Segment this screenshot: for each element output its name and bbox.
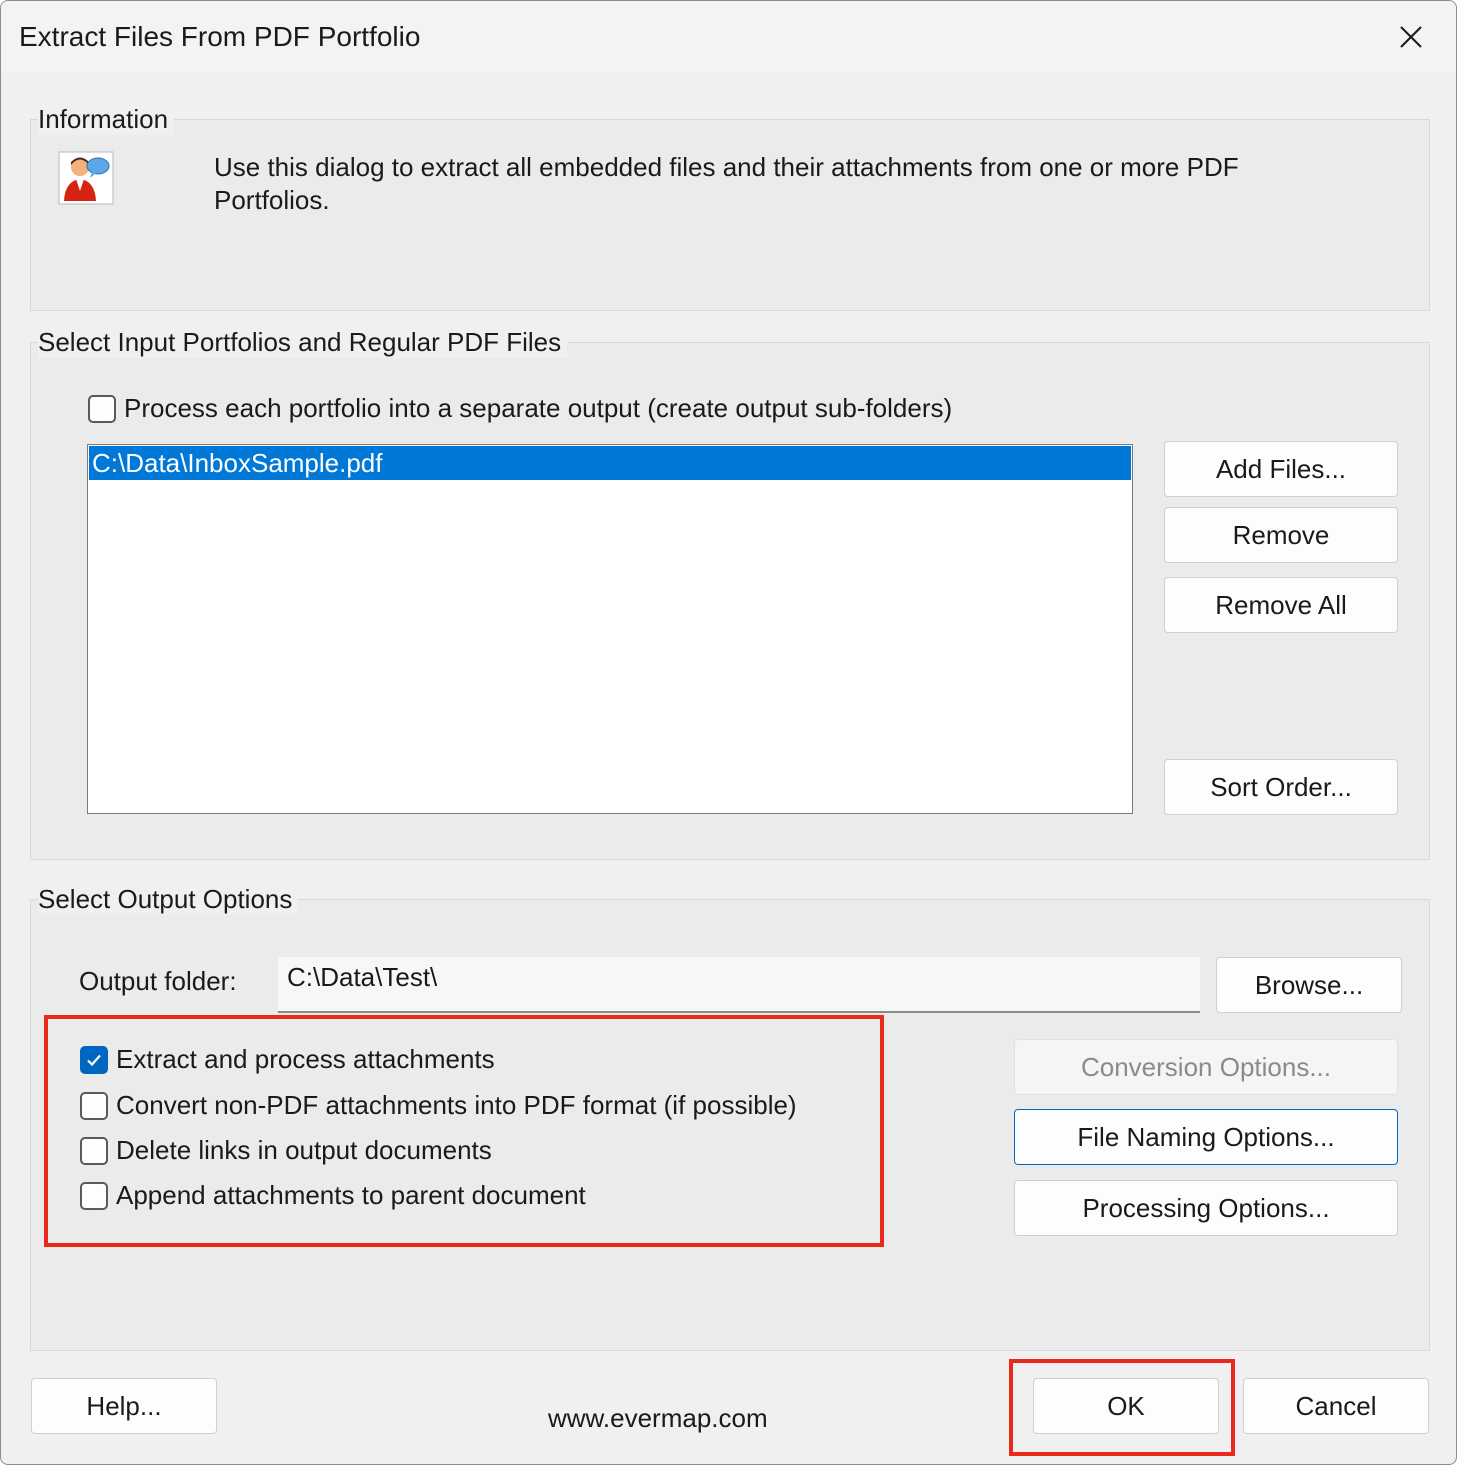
- browse-button[interactable]: Browse...: [1216, 957, 1402, 1013]
- website-link[interactable]: www.evermap.com: [548, 1403, 768, 1434]
- extract-attachments-checkbox[interactable]: Extract and process attachments: [80, 1044, 495, 1075]
- remove-button[interactable]: Remove: [1164, 507, 1398, 563]
- sort-order-button[interactable]: Sort Order...: [1164, 759, 1398, 815]
- conversion-options-button[interactable]: Conversion Options...: [1014, 1039, 1398, 1095]
- file-naming-options-button[interactable]: File Naming Options...: [1014, 1109, 1398, 1165]
- processing-options-button[interactable]: Processing Options...: [1014, 1180, 1398, 1236]
- title-bar: Extract Files From PDF Portfolio: [1, 1, 1456, 73]
- output-folder-input[interactable]: [278, 957, 1200, 1013]
- output-group-label: Select Output Options: [38, 884, 299, 915]
- append-attachments-label: Append attachments to parent document: [116, 1180, 586, 1210]
- close-button[interactable]: [1366, 1, 1456, 73]
- checkmark-icon: [87, 1054, 101, 1066]
- list-item[interactable]: C:\Data\InboxSample.pdf: [89, 446, 1131, 480]
- input-group-label: Select Input Portfolios and Regular PDF …: [38, 327, 568, 358]
- remove-all-button[interactable]: Remove All: [1164, 577, 1398, 633]
- extract-attachments-label: Extract and process attachments: [116, 1044, 495, 1074]
- delete-links-label: Delete links in output documents: [116, 1135, 492, 1165]
- convert-attachments-label: Convert non-PDF attachments into PDF for…: [116, 1090, 797, 1120]
- ok-button[interactable]: OK: [1033, 1378, 1219, 1434]
- separate-output-checkbox-label: Process each portfolio into a separate o…: [124, 393, 953, 423]
- delete-links-checkbox[interactable]: Delete links in output documents: [80, 1135, 492, 1166]
- append-attachments-checkbox-box[interactable]: [80, 1181, 108, 1210]
- close-icon: [1400, 26, 1422, 48]
- extract-attachments-checkbox-box[interactable]: [80, 1045, 108, 1074]
- output-folder-label: Output folder:: [79, 966, 237, 996]
- delete-links-checkbox-box[interactable]: [80, 1136, 108, 1165]
- information-group-label: Information: [38, 104, 175, 135]
- separate-output-checkbox[interactable]: Process each portfolio into a separate o…: [88, 393, 952, 424]
- cancel-button[interactable]: Cancel: [1243, 1378, 1429, 1434]
- help-button[interactable]: Help...: [31, 1378, 217, 1434]
- extract-files-dialog: Extract Files From PDF Portfolio Informa…: [0, 0, 1457, 1465]
- user-help-icon: [58, 151, 114, 205]
- add-files-button[interactable]: Add Files...: [1164, 441, 1398, 497]
- information-text: Use this dialog to extract all embedded …: [214, 152, 1239, 215]
- input-files-list[interactable]: C:\Data\InboxSample.pdf: [87, 444, 1133, 814]
- dialog-title: Extract Files From PDF Portfolio: [19, 21, 421, 52]
- separate-output-checkbox-box[interactable]: [88, 394, 116, 423]
- convert-attachments-checkbox[interactable]: Convert non-PDF attachments into PDF for…: [80, 1090, 797, 1121]
- convert-attachments-checkbox-box[interactable]: [80, 1091, 108, 1120]
- append-attachments-checkbox[interactable]: Append attachments to parent document: [80, 1180, 586, 1211]
